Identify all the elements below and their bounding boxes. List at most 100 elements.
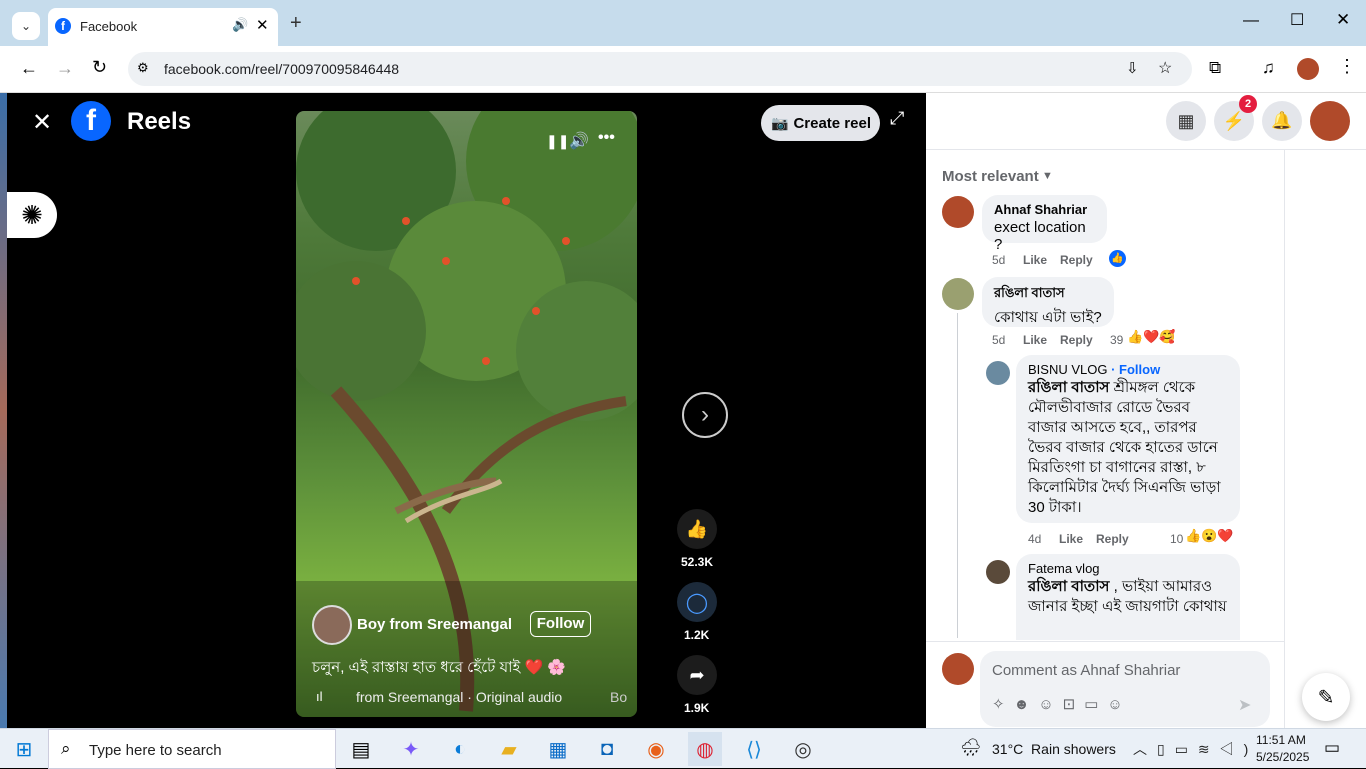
edge-icon[interactable]: ◐: [443, 732, 477, 766]
comment-input[interactable]: Comment as Ahnaf Shahriar: [992, 662, 1180, 679]
comment-like-button[interactable]: Like: [1023, 253, 1047, 267]
messenger-badge: 2: [1239, 95, 1257, 113]
file-explorer-icon[interactable]: ▰: [492, 732, 526, 766]
vscode-icon[interactable]: ⟨⟩: [737, 732, 771, 766]
windows-taskbar: ⊞ ⌕ Type here to search ▤ ✦ ◐ ▰ ▦ ◘ ◉ ◍ …: [0, 728, 1366, 769]
fullscreen-icon[interactable]: ⤢: [890, 108, 904, 129]
url-text[interactable]: facebook.com/reel/700970095846448: [164, 61, 399, 77]
close-reels-icon[interactable]: ✕: [32, 108, 52, 137]
reload-icon[interactable]: ↻: [92, 57, 107, 78]
install-app-icon[interactable]: ⇩: [1126, 59, 1139, 77]
clock-time[interactable]: 11:51 AM: [1256, 733, 1306, 747]
task-view-icon[interactable]: ▤: [344, 732, 378, 766]
comment-like-button[interactable]: Like: [1023, 333, 1047, 347]
clock-date[interactable]: 5/25/2025: [1256, 750, 1309, 764]
comment-time[interactable]: 5d: [992, 253, 1005, 267]
comment-author[interactable]: Fatema vlog: [1028, 561, 1228, 576]
reaction-count[interactable]: 39: [1110, 333, 1123, 347]
comment-count: 1.2K: [684, 628, 710, 642]
menu-grid-icon[interactable]: ▦: [1166, 101, 1206, 141]
create-reel-button[interactable]: 📷 Create reel: [761, 105, 880, 141]
obs-icon[interactable]: ◎: [786, 732, 820, 766]
close-window-icon[interactable]: ✕: [1336, 10, 1350, 30]
comment-avatar[interactable]: [986, 361, 1010, 385]
reel-video[interactable]: ❚❚ 🔊 ••• Boy from Sreemangal Follow চলুন…: [296, 111, 637, 717]
facebook-logo-icon[interactable]: f: [71, 101, 111, 141]
audio-playing-icon[interactable]: 🔊: [232, 17, 248, 33]
send-icon[interactable]: ➤: [1238, 695, 1251, 715]
reel-caption: চলুন, এই রাস্তায় হাত ধরে হেঁটে যাই ❤️ 🌸: [312, 659, 567, 676]
comment-author[interactable]: BISNU VLOG: [1028, 362, 1107, 377]
copilot-icon[interactable]: ✦: [394, 732, 428, 766]
composer-avatar[interactable]: [942, 653, 974, 685]
new-message-icon[interactable]: ✎: [1302, 673, 1350, 721]
weather-text[interactable]: 31°C Rain showers: [992, 741, 1116, 757]
comment-author[interactable]: Ahnaf Shahriar: [994, 202, 1095, 217]
comment-button[interactable]: ◯: [677, 582, 717, 622]
search-input[interactable]: Type here to search: [89, 742, 222, 759]
sort-dropdown[interactable]: Most relevant: [942, 168, 1039, 185]
taskbar-search[interactable]: ⌕ Type here to search: [48, 729, 336, 769]
comment-like-button[interactable]: Like: [1059, 532, 1083, 546]
browser-menu-icon[interactable]: ⋮: [1338, 56, 1356, 77]
reply-follow-link[interactable]: · Follow: [1111, 362, 1160, 377]
reels-title: Reels: [127, 108, 192, 135]
volume-icon[interactable]: 🔊: [569, 131, 589, 151]
audio-label[interactable]: from Sreemangal · Original audio: [356, 689, 562, 705]
profile-avatar[interactable]: [1297, 58, 1319, 80]
comment-avatar[interactable]: [986, 560, 1010, 584]
notifications-bell-icon[interactable]: 🔔: [1262, 101, 1302, 141]
media-control-icon[interactable]: ♫: [1262, 58, 1275, 78]
new-tab-icon[interactable]: +: [290, 12, 302, 35]
windows-start-icon[interactable]: ⊞: [7, 732, 41, 766]
notification-center-icon[interactable]: ▭: [1324, 738, 1340, 758]
extensions-icon[interactable]: ⧉: [1209, 58, 1221, 78]
share-button[interactable]: ➦: [677, 655, 717, 695]
outlook-icon[interactable]: ◘: [590, 732, 624, 766]
comment-reply-button[interactable]: Reply: [1060, 253, 1093, 267]
omnibox[interactable]: ⚙ facebook.com/reel/700970095846448 ⇩ ☆: [128, 52, 1192, 86]
reply-header: BISNU VLOG · Follow: [1028, 362, 1228, 377]
comment-author[interactable]: রঙিলা বাতাস: [994, 284, 1102, 305]
account-avatar[interactable]: [1310, 101, 1350, 141]
assistant-icon[interactable]: ✺: [7, 192, 57, 238]
comment-reply-button[interactable]: Reply: [1060, 333, 1093, 347]
composer-divider: [926, 641, 1284, 642]
mention-link[interactable]: রঙিলা বাতাস: [1028, 578, 1109, 595]
maximize-icon[interactable]: ☐: [1290, 10, 1304, 30]
reaction-count[interactable]: 10: [1170, 532, 1183, 546]
bookmark-star-icon[interactable]: ☆: [1158, 58, 1172, 78]
thread-line: [957, 313, 958, 638]
next-reel-button[interactable]: ›: [682, 392, 728, 438]
mention-link[interactable]: রঙিলা বাতাস: [1028, 379, 1109, 396]
pause-icon[interactable]: ❚❚: [546, 133, 569, 150]
more-options-icon[interactable]: •••: [598, 129, 615, 147]
comment-composer[interactable]: Comment as Ahnaf Shahriar ✧☻☺⊡▭☺ ➤: [980, 651, 1270, 727]
close-tab-icon[interactable]: ✕: [256, 16, 269, 34]
comment-avatar[interactable]: [942, 196, 974, 228]
author-avatar[interactable]: [312, 605, 352, 645]
reply-body: রঙিলা বাতাস , ভাইয়া আমারও জানার ইচ্ছা এ…: [1028, 577, 1228, 617]
browser-tab[interactable]: f Facebook 🔊 ✕: [48, 8, 278, 46]
chrome-icon[interactable]: ◍: [688, 732, 722, 766]
tab-title: Facebook: [80, 19, 138, 34]
minimize-icon[interactable]: —: [1243, 12, 1259, 30]
tray-icons[interactable]: ︿▯▭≋◁): [1133, 739, 1258, 759]
forward-icon[interactable]: →: [56, 58, 74, 79]
back-icon[interactable]: ←: [20, 58, 38, 79]
author-name[interactable]: Boy from Sreemangal: [357, 616, 512, 633]
store-icon[interactable]: ▦: [541, 732, 575, 766]
firefox-icon[interactable]: ◉: [639, 732, 673, 766]
chevron-down-icon[interactable]: ▼: [1042, 170, 1053, 182]
comment-bubble: রঙিলা বাতাস কোথায় এটা ভাই?: [982, 277, 1114, 327]
site-info-icon[interactable]: ⚙: [137, 60, 149, 76]
comment-time[interactable]: 4d: [1028, 532, 1041, 546]
comment-reply-button[interactable]: Reply: [1096, 532, 1129, 546]
like-button[interactable]: 👍: [677, 509, 717, 549]
follow-button[interactable]: Follow: [530, 611, 591, 637]
composer-tools-icons[interactable]: ✧☻☺⊡▭☺: [992, 695, 1132, 713]
comment-avatar[interactable]: [942, 278, 974, 310]
camera-icon: 📷: [771, 114, 789, 131]
comment-time[interactable]: 5d: [992, 333, 1005, 347]
tab-search-button[interactable]: ⌄: [12, 12, 40, 40]
